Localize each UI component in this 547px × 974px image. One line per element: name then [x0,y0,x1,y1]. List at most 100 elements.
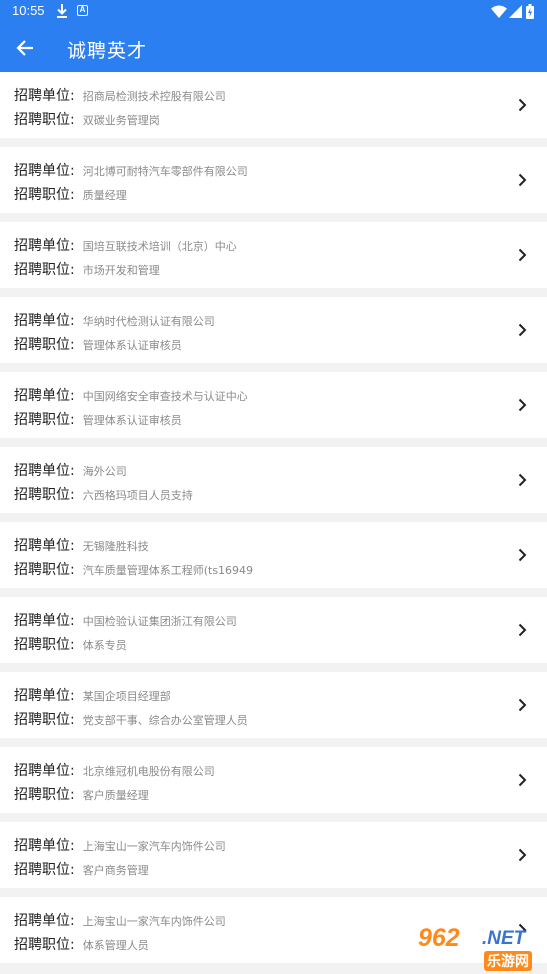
battery-icon [526,4,534,19]
position-value: 汽车质量管理体系工程师(ts16949 [82,564,254,577]
position-row: 招聘职位: 市场开发和管理 [14,259,160,279]
chevron-right-icon [518,473,527,487]
job-list-item[interactable]: 招聘单位: 无锡隆胜科技招聘职位: 汽车质量管理体系工程师(ts16949 [0,522,547,588]
watermark-text: 乐游网 [484,951,532,971]
a-notification-icon: A [77,5,88,16]
watermark-domain: .NET [482,928,526,949]
watermark-logo: 962 .NET 乐游网 [408,924,542,971]
unit-row: 招聘单位: 海外公司 [14,460,127,480]
position-label: 招聘职位: [14,712,75,728]
unit-value: 北京维冠机电股份有限公司 [82,765,215,778]
unit-row: 招聘单位: 北京维冠机电股份有限公司 [14,760,215,780]
position-value: 客户商务管理 [82,864,149,877]
status-time: 10:55 [12,3,45,18]
position-label: 招聘职位: [14,562,75,578]
job-list-item[interactable]: 招聘单位: 中国检验认证集团浙江有限公司 招聘职位: 体系专员 [0,597,547,663]
job-list-item[interactable]: 招聘单位: 海外公司 招聘职位: 六西格玛项目人员支持 [0,447,547,513]
unit-value: 上海宝山一家汽车内饰件公司 [82,840,226,853]
watermark-number: 962 [418,924,460,952]
chevron-right-icon [518,548,527,562]
position-row: 招聘职位: 管理体系认证审核员 [14,334,182,354]
position-label: 招聘职位: [14,937,75,953]
chevron-right-icon [518,98,527,112]
position-label: 招聘职位: [14,337,75,353]
unit-row: 招聘单位: 无锡隆胜科技 [14,535,149,555]
position-label: 招聘职位: [14,187,75,203]
position-label: 招聘职位: [14,637,75,653]
position-row: 招聘职位: 双碳业务管理岗 [14,109,160,129]
job-list: 招聘单位: 招商局检测技术控股有限公司 招聘职位: 双碳业务管理岗 招聘单位: 河北博可耐… [0,72,547,972]
chevron-right-icon [518,698,527,712]
unit-label: 招聘单位: [14,763,75,779]
unit-row: 招聘单位: 中国网络安全审查技术与认证中心 [14,385,248,405]
unit-value: 无锡隆胜科技 [82,540,149,553]
unit-label: 招聘单位: [14,163,75,179]
job-list-item[interactable]: 招聘单位: 北京维冠机电股份有限公司招聘职位: 客户质量经理 [0,747,547,813]
app-bar: 诚聘英才 [0,24,547,72]
position-value: 双碳业务管理岗 [82,114,160,127]
position-value: 体系管理人员 [82,939,149,952]
unit-row: 招聘单位: 招商局检测技术控股有限公司 [14,85,226,105]
job-list-item[interactable]: 招聘单位: 中国网络安全审查技术与认证中心招聘职位: 管理体系认证审核员 [0,372,547,438]
unit-value: 招商局检测技术控股有限公司 [82,90,226,103]
position-label: 招聘职位: [14,487,75,503]
position-label: 招聘职位: [14,262,75,278]
position-value: 客户质量经理 [82,789,149,802]
position-row: 招聘职位: 体系管理人员 [14,934,149,954]
signal-icon [509,5,522,18]
unit-label: 招聘单位: [14,688,75,704]
unit-value: 华纳时代检测认证有限公司 [82,315,215,328]
job-list-item[interactable]: 招聘单位: 华纳时代检测认证有限公司招聘职位: 管理体系认证审核员 [0,297,547,363]
unit-row: 招聘单位: 上海宝山一家汽车内饰件公司 [14,835,226,855]
unit-label: 招聘单位: [14,463,75,479]
position-row: 招聘职位: 客户质量经理 [14,784,149,804]
job-list-item[interactable]: 招聘单位: 上海宝山一家汽车内饰件公司 招聘职位: 客户商务管理 [0,822,547,888]
job-list-item[interactable]: 招聘单位: 河北博可耐特汽车零部件有限公司 招聘职位: 质量经理 [0,147,547,213]
position-value: 党支部干事、综合办公室管理人员 [82,714,248,727]
download-icon [57,4,67,18]
job-list-item[interactable]: 招聘单位: 国培互联技术培训（北京）中心招聘职位: 市场开发和管理 [0,222,547,288]
unit-row: 招聘单位: 河北博可耐特汽车零部件有限公司 [14,160,248,180]
chevron-right-icon [518,398,527,412]
job-list-item[interactable]: 招聘单位: 某国企项目经理部 招聘职位: 党支部干事、综合办公室管理人员 [0,672,547,738]
position-row: 招聘职位: 汽车质量管理体系工程师(ts16949 [14,559,253,579]
back-button[interactable] [10,32,42,64]
unit-value: 中国网络安全审查技术与认证中心 [82,390,248,403]
position-row: 招聘职位: 管理体系认证审核员 [14,409,182,429]
chevron-right-icon [518,323,527,337]
position-value: 管理体系认证审核员 [82,339,182,352]
wifi-icon [491,5,507,18]
chevron-right-icon [518,173,527,187]
chevron-right-icon [518,248,527,262]
unit-row: 招聘单位: 华纳时代检测认证有限公司 [14,310,215,330]
job-list-item[interactable]: 招聘单位: 招商局检测技术控股有限公司 招聘职位: 双碳业务管理岗 [0,72,547,138]
position-row: 招聘职位: 质量经理 [14,184,127,204]
position-value: 六西格玛项目人员支持 [82,489,193,502]
unit-row: 招聘单位: 上海宝山一家汽车内饰件公司 [14,910,226,930]
position-row: 招聘职位: 客户商务管理 [14,859,149,879]
chevron-right-icon [518,623,527,637]
position-label: 招聘职位: [14,112,75,128]
unit-value: 河北博可耐特汽车零部件有限公司 [82,165,248,178]
unit-value: 某国企项目经理部 [82,690,171,703]
unit-value: 国培互联技术培训（北京）中心 [82,240,237,253]
unit-label: 招聘单位: [14,388,75,404]
position-label: 招聘职位: [14,862,75,878]
arrow-left-icon [16,40,33,56]
unit-label: 招聘单位: [14,613,75,629]
unit-row: 招聘单位: 国培互联技术培训（北京）中心 [14,235,237,255]
chevron-right-icon [518,773,527,787]
unit-value: 中国检验认证集团浙江有限公司 [82,615,237,628]
unit-label: 招聘单位: [14,238,75,254]
unit-label: 招聘单位: [14,88,75,104]
unit-row: 招聘单位: 中国检验认证集团浙江有限公司 [14,610,237,630]
unit-label: 招聘单位: [14,838,75,854]
page-title: 诚聘英才 [67,40,148,62]
position-value: 管理体系认证审核员 [82,414,182,427]
position-value: 质量经理 [82,189,127,202]
position-row: 招聘职位: 党支部干事、综合办公室管理人员 [14,709,248,729]
chevron-right-icon [518,848,527,862]
position-value: 体系专员 [82,639,127,652]
unit-value: 海外公司 [82,465,127,478]
unit-value: 上海宝山一家汽车内饰件公司 [82,915,226,928]
